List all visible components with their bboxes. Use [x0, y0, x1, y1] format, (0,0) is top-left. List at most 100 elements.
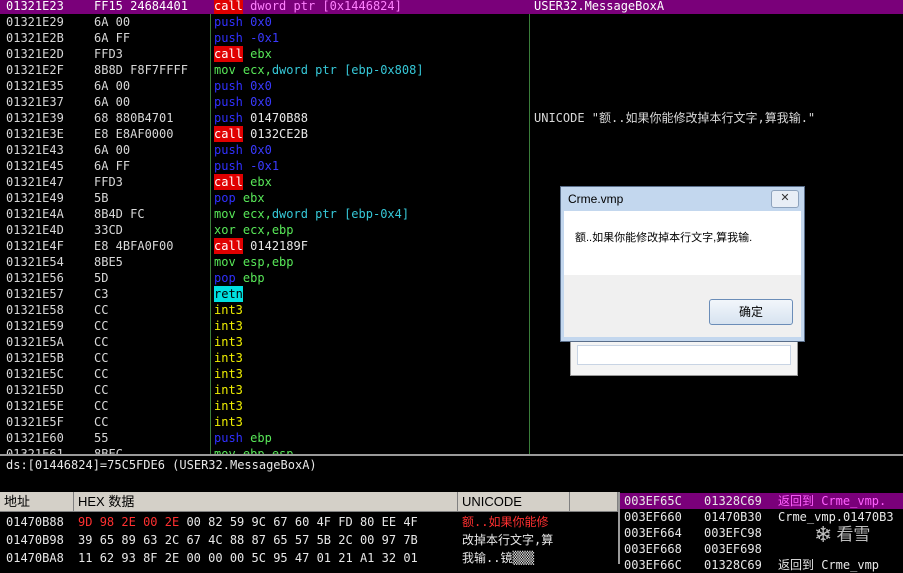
instr-hex: E8 4BFA0F00	[94, 239, 174, 253]
instr-hex: 6A FF	[94, 159, 131, 173]
dump-byte: 8F	[143, 551, 158, 565]
instr-asm: push 0x0	[214, 78, 272, 94]
instr-asm: int3	[214, 414, 243, 430]
disasm-row[interactable]: 01321E5E CC int3	[0, 398, 903, 414]
instr-mnemonic: push	[214, 79, 243, 93]
instr-hex: FFD3	[94, 175, 123, 189]
dump-byte: 11	[78, 551, 93, 565]
disasm-row[interactable]: 01321E5D CC int3	[0, 382, 903, 398]
instr-hex: 6A FF	[94, 31, 131, 45]
instr-hex: 6A 00	[94, 15, 131, 29]
instr-address: 01321E3E	[6, 127, 64, 141]
disasm-row[interactable]: 01321E2F 8B8D F8F7FFFF mov ecx,dword ptr […	[0, 62, 903, 78]
instr-asm: push -0x1	[214, 158, 279, 174]
dump-byte: 65	[99, 533, 115, 547]
instr-operand: 0x0	[250, 79, 272, 93]
instr-address: 01321E59	[6, 319, 64, 333]
hex-dump-pane[interactable]: 地址 HEX 数据 UNICODE 01470B88 9D 98 2E 00 2E…	[0, 492, 618, 567]
instr-asm: call ebx	[214, 174, 272, 190]
instr-asm: mov esp,ebp	[214, 254, 294, 270]
instr-operand: ebp,esp	[242, 447, 294, 454]
instr-asm: mov ebp,esp	[214, 446, 294, 454]
disasm-row[interactable]: 01321E37 6A 00 push 0x0	[0, 94, 903, 110]
dump-byte: 7B	[403, 533, 418, 547]
disasm-row[interactable]: 01321E3E E8 E8AF0000 call 0132CE2B	[0, 126, 903, 142]
instr-asm: push -0x1	[214, 30, 279, 46]
instr-hex: CC	[94, 319, 109, 333]
instr-asm: call ebx	[214, 46, 272, 62]
instr-hex: CC	[94, 335, 109, 349]
instr-mnemonic: call	[214, 46, 243, 62]
dump-byte: A1	[359, 551, 375, 565]
dump-header-unicode[interactable]: UNICODE	[458, 492, 570, 512]
stack-address: 003EF668	[624, 542, 682, 556]
instr-address: 01321E60	[6, 431, 64, 445]
instr-address: 01321E2D	[6, 47, 64, 61]
disasm-row[interactable]: 01321E29 6A 00 push 0x0	[0, 14, 903, 30]
instr-mnemonic: call	[214, 174, 243, 190]
dump-header-hex[interactable]: HEX 数据	[74, 492, 458, 512]
instr-operand: ebx	[242, 191, 265, 205]
instr-operand: ecx,	[242, 207, 272, 221]
dump-byte: 98	[99, 515, 115, 529]
instr-address: 01321E2B	[6, 31, 64, 45]
instr-hex: 8B8D F8F7FFFF	[94, 63, 188, 77]
instr-address: 01321E45	[6, 159, 64, 173]
stack-row[interactable]: 003EF65C 01328C69 返回到 Crme_vmp.	[620, 493, 903, 509]
instr-address: 01321E58	[6, 303, 64, 317]
ok-button[interactable]: 确定	[709, 299, 793, 325]
disasm-row[interactable]: 01321E61 8BEC mov ebp,esp	[0, 446, 903, 454]
stack-address: 003EF660	[624, 510, 682, 524]
dialog-message: 额..如果你能修改掉本行文字,算我输.	[575, 232, 753, 244]
instr-hex: FF15 24684401	[94, 0, 188, 13]
instr-hex: 5B	[94, 191, 109, 205]
dump-unicode: 我输..镜▒▒▒	[462, 551, 535, 565]
dump-bytes: 9D 98 2E 00 2E 00 82 59 9C 67 60 4F FD 8…	[78, 513, 418, 531]
stack-comment: 返回到 Crme_vmp.	[778, 494, 887, 508]
disasm-row[interactable]: 01321E2D FFD3 call ebx	[0, 46, 903, 62]
instr-mnemonic: push	[214, 143, 243, 157]
close-icon[interactable]: ✕	[771, 190, 799, 208]
message-box-dialog[interactable]: Crme.vmp ✕ 额..如果你能修改掉本行文字,算我输. 确定	[560, 186, 805, 342]
dump-byte: EE	[381, 515, 397, 529]
dump-header-address[interactable]: 地址	[0, 492, 74, 512]
instr-mnemonic: int3	[214, 351, 243, 365]
dump-bytes: 11 62 93 8F 2E 00 00 00 5C 95 47 01 21 A…	[78, 549, 418, 567]
instr-address: 01321E47	[6, 175, 64, 189]
dump-byte: 2E	[121, 515, 136, 529]
instr-mnemonic: pop	[214, 191, 236, 205]
instr-mnemonic: int3	[214, 399, 243, 413]
instr-asm: int3	[214, 334, 243, 350]
instr-address: 01321E4F	[6, 239, 64, 253]
instr-address: 01321E23	[6, 0, 64, 13]
disasm-row[interactable]: 01321E45 6A FF push -0x1	[0, 158, 903, 174]
dump-byte: 2E	[164, 551, 180, 565]
instr-address: 01321E43	[6, 143, 64, 157]
instr-mnemonic: call	[214, 126, 243, 142]
instr-mnemonic: int3	[214, 383, 243, 397]
dump-unicode: 改掉本行文字,算	[462, 533, 554, 547]
disasm-row[interactable]: 01321E43 6A 00 push 0x0	[0, 142, 903, 158]
stack-row[interactable]: 003EF66C 01328C69 返回到 Crme_vmp	[620, 557, 903, 573]
instr-mnemonic: int3	[214, 367, 243, 381]
instr-mnemonic: mov	[214, 447, 236, 454]
dump-byte: 5B	[316, 533, 332, 547]
instr-asm: xor ecx,ebp	[214, 222, 294, 238]
disasm-row[interactable]: 01321E5F CC int3	[0, 414, 903, 430]
disasm-row[interactable]: 01321E35 6A 00 push 0x0	[0, 78, 903, 94]
disasm-row[interactable]: 01321E2B 6A FF push -0x1	[0, 30, 903, 46]
dump-byte: 67	[273, 515, 288, 529]
instr-address: 01321E37	[6, 95, 64, 109]
instr-mnemonic: int3	[214, 415, 243, 429]
instr-mnemonic: call	[214, 0, 243, 14]
instr-hex: 8BE5	[94, 255, 123, 269]
instr-address: 01321E2F	[6, 63, 64, 77]
disasm-row[interactable]: 01321E60 55 push ebp	[0, 430, 903, 446]
disasm-row[interactable]: 01321E39 68 880B4701 push 01470B88 UNICODE …	[0, 110, 903, 126]
instr-hex: 8B4D FC	[94, 207, 145, 221]
instr-hex: CC	[94, 415, 109, 429]
disasm-row[interactable]: 01321E23 FF15 24684401 call dword ptr [0x1…	[0, 0, 903, 14]
instr-mnemonic: push	[214, 431, 243, 445]
instr-operand: 0x0	[250, 143, 272, 157]
dump-byte: 47	[294, 551, 310, 565]
